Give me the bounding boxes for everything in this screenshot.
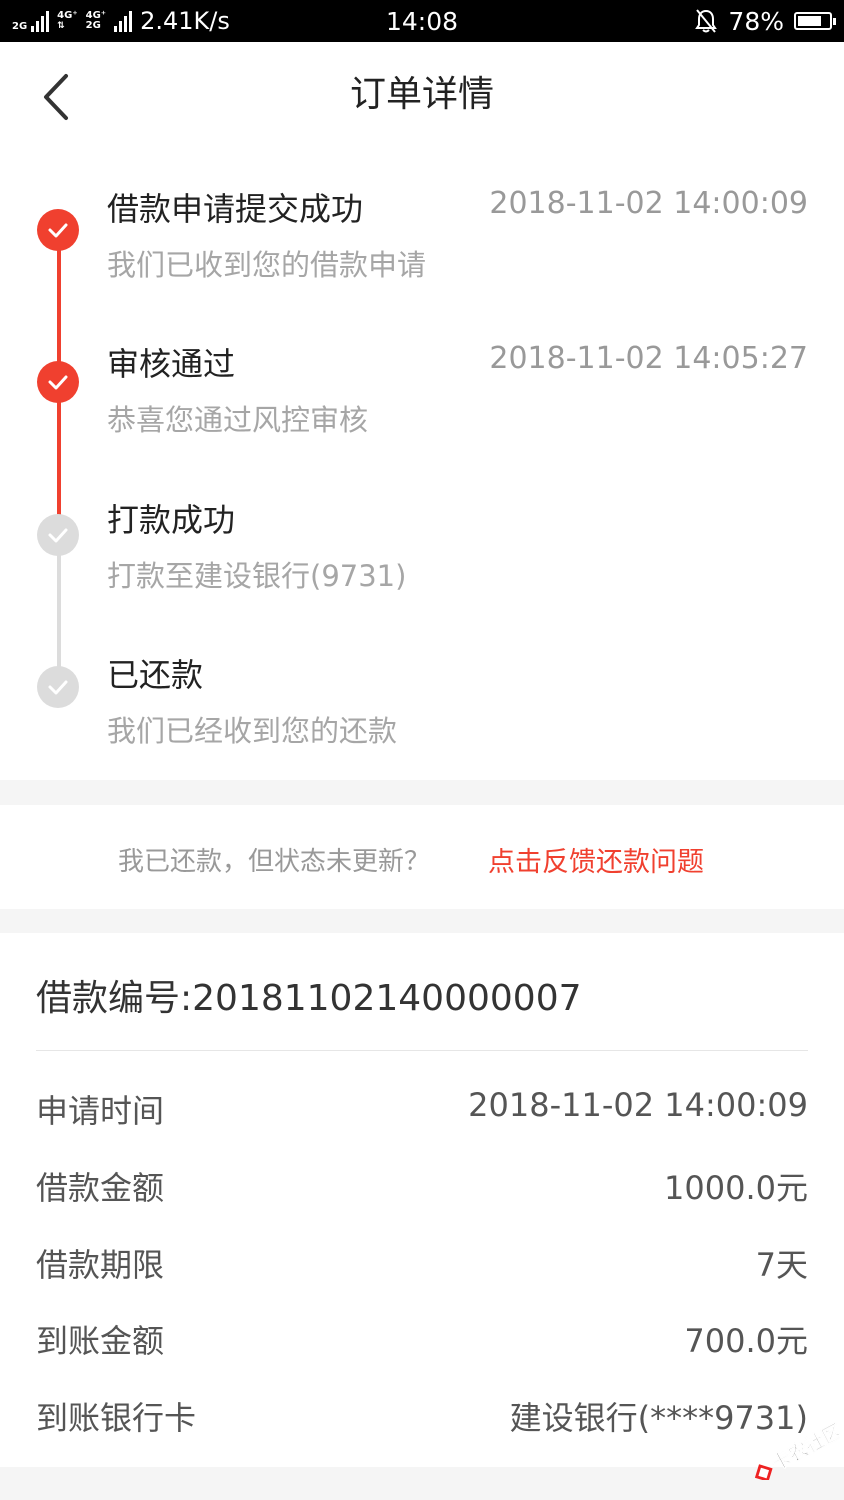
timeline-step: 借款申请提交成功 2018-11-02 14:00:09 我们已收到您的借款申请 bbox=[0, 152, 844, 302]
detail-value: 7天 bbox=[755, 1246, 808, 1284]
loan-number: 借款编号:20181102140000007 bbox=[36, 978, 582, 1019]
step-title: 已还款 bbox=[107, 656, 204, 694]
detail-label: 借款金额 bbox=[36, 1169, 165, 1207]
step-desc: 我们已收到您的借款申请 bbox=[107, 248, 427, 282]
step-title: 审核通过 bbox=[107, 345, 236, 383]
step-time: 2018-11-02 14:05:27 bbox=[489, 341, 808, 376]
detail-label: 到账银行卡 bbox=[36, 1399, 197, 1437]
detail-row: 申请时间 2018-11-02 14:00:09 bbox=[36, 1086, 808, 1146]
status-bar-right: 78% bbox=[694, 0, 836, 42]
timeline-step: 审核通过 2018-11-02 14:05:27 恭喜您通过风控审核 bbox=[0, 307, 844, 457]
detail-label: 借款期限 bbox=[36, 1246, 165, 1284]
detail-label: 申请时间 bbox=[36, 1092, 165, 1130]
detail-value: 700.0元 bbox=[684, 1322, 808, 1360]
watermark-logo: 卡农社区 bbox=[754, 1419, 840, 1480]
header: 订单详情 bbox=[0, 42, 844, 152]
detail-label: 到账金额 bbox=[36, 1322, 165, 1360]
step-title: 借款申请提交成功 bbox=[107, 190, 364, 228]
timeline-step: 打款成功 打款至建设银行(9731) bbox=[0, 463, 844, 613]
check-circle-icon bbox=[37, 361, 79, 403]
watermark-text: 卡农社区 bbox=[768, 1419, 840, 1475]
loan-details: 借款编号:20181102140000007 申请时间 2018-11-02 1… bbox=[0, 933, 844, 1467]
feedback-question: 我已还款，但状态未更新？ bbox=[118, 847, 431, 877]
detail-value: 1000.0元 bbox=[664, 1169, 808, 1207]
step-desc: 我们已经收到您的还款 bbox=[107, 714, 398, 748]
detail-row: 到账金额 700.0元 bbox=[36, 1316, 808, 1376]
step-time: 2018-11-02 14:00:09 bbox=[489, 186, 808, 221]
detail-value: 2018-11-02 14:00:09 bbox=[468, 1086, 808, 1124]
mute-bell-icon bbox=[695, 9, 718, 33]
check-circle-icon bbox=[37, 209, 79, 251]
page-title: 订单详情 bbox=[349, 74, 494, 115]
divider bbox=[36, 1050, 808, 1051]
detail-row: 借款金额 1000.0元 bbox=[36, 1163, 808, 1223]
step-desc: 恭喜您通过风控审核 bbox=[107, 403, 369, 437]
repayment-feedback: 我已还款，但状态未更新？ 点击反馈还款问题 bbox=[0, 805, 844, 909]
detail-row: 到账银行卡 建设银行(****9731) bbox=[36, 1393, 808, 1453]
battery-icon bbox=[794, 12, 836, 30]
check-circle-icon bbox=[37, 666, 79, 708]
step-desc: 打款至建设银行(9731) bbox=[107, 559, 407, 593]
order-timeline: 借款申请提交成功 2018-11-02 14:00:09 我们已收到您的借款申请… bbox=[0, 152, 844, 780]
feedback-link[interactable]: 点击反馈还款问题 bbox=[488, 840, 704, 879]
timeline-step: 已还款 我们已经收到您的还款 bbox=[0, 618, 844, 768]
status-bar: 2G 4G⁺ ⇅ 4G⁺ 2G 2.41K/s 14:08 78% bbox=[0, 0, 844, 42]
step-title: 打款成功 bbox=[107, 501, 236, 539]
detail-row: 借款期限 7天 bbox=[36, 1240, 808, 1300]
check-circle-icon bbox=[37, 514, 79, 556]
battery-percent: 78% bbox=[728, 6, 784, 36]
